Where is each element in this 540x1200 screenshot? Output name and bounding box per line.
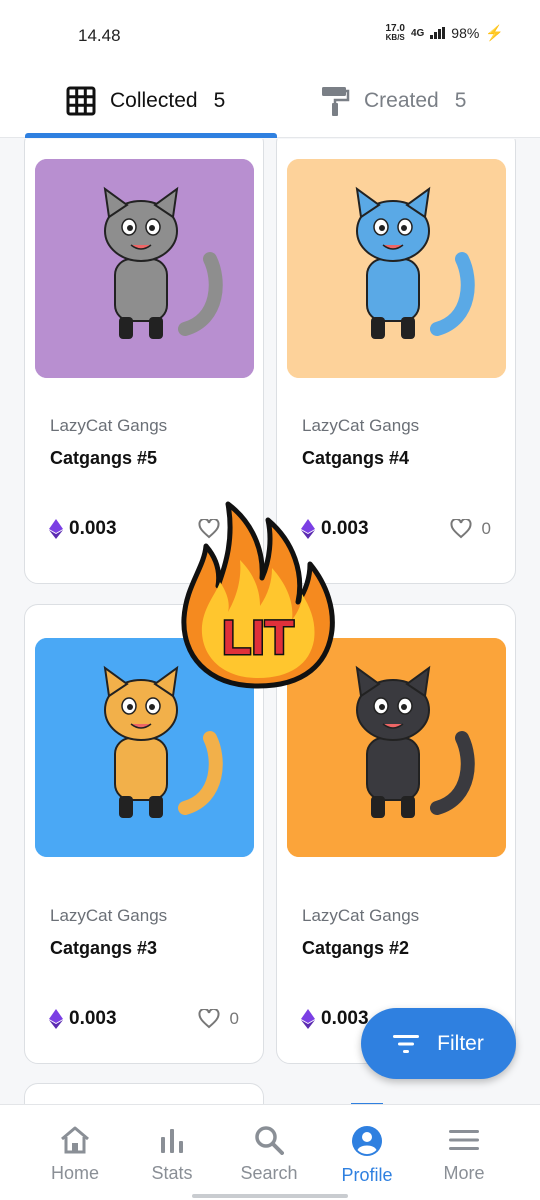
paint-roller-icon [322,87,350,116]
nav-search[interactable]: Search [221,1105,317,1200]
tab-created-count: 5 [454,89,467,112]
home-icon [61,1126,89,1154]
profile-tabs: Collected 5 Created 5 [0,64,540,138]
menu-icon [449,1130,479,1150]
lit-fire-sticker: LIT [181,501,335,689]
nft-image[interactable] [287,159,506,378]
card-title[interactable]: Catgangs #5 [50,448,157,469]
nav-more[interactable]: More [416,1105,512,1200]
card-title[interactable]: Catgangs #3 [50,938,157,959]
card-collection: LazyCat Gangs [302,416,420,435]
card-likes-count: 0 [481,519,491,538]
card-price: 0.003 [49,1008,117,1030]
card-collection: LazyCat Gangs [302,906,420,925]
card-likes[interactable]: 0 [198,1009,239,1029]
tab-active-indicator [25,133,277,138]
status-bar: 14.48 17.0 KB/S 4G 98% ⚡ [0,0,540,64]
filter-button[interactable]: Filter [361,1008,516,1079]
card-price-value: 0.003 [69,1008,117,1029]
battery-percent: 98% [451,25,480,41]
card-price-value: 0.003 [69,518,117,539]
heart-icon [198,1009,220,1029]
network-type: 4G [410,27,425,39]
signal-icon [430,27,446,39]
ethereum-icon [301,1009,315,1029]
grid-icon [66,86,96,116]
nav-search-label: Search [240,1163,298,1183]
network-speed-value: 17.0 [385,23,405,34]
ethereum-icon [49,1009,63,1029]
nav-stats-label: Stats [151,1163,193,1183]
status-indicators: 17.0 KB/S 4G 98% ⚡ [385,23,504,43]
nav-profile[interactable]: Profile [319,1105,415,1200]
card-price: 0.003 [49,518,117,540]
tab-collected[interactable]: Collected 5 [66,64,225,138]
card-collection: LazyCat Gangs [50,906,168,925]
card-collection: LazyCat Gangs [50,416,168,435]
bottom-nav: Home Stats Search Profile More [0,1104,540,1200]
stats-icon [161,1129,183,1153]
tab-collected-count: 5 [213,89,226,112]
charging-icon: ⚡ [485,25,504,42]
nav-home-label: Home [50,1163,99,1183]
cat-illustration [35,159,254,378]
network-speed-unit: KB/S [385,33,405,42]
nav-profile-label: Profile [341,1165,393,1185]
card-title[interactable]: Catgangs #4 [302,448,409,469]
filter-button-label: Filter [437,1031,484,1055]
lit-text: LIT [222,612,294,665]
network-speed: 17.0 KB/S [385,23,405,43]
ethereum-icon [49,519,63,539]
nft-image[interactable] [35,159,254,378]
nav-stats[interactable]: Stats [124,1105,220,1200]
card-likes-count: 0 [229,1009,239,1028]
cat-illustration [287,159,506,378]
card-price-value: 0.003 [321,1008,369,1029]
search-icon [255,1126,284,1155]
heart-icon [450,519,472,539]
card-title[interactable]: Catgangs #2 [302,938,409,959]
card-price: 0.003 [301,1008,369,1030]
tab-created[interactable]: Created 5 [320,64,466,138]
profile-icon [352,1126,382,1156]
tab-created-label: Created [364,89,439,112]
card-likes[interactable]: 0 [450,519,491,539]
tab-collected-label: Collected [110,89,198,112]
home-indicator [192,1194,348,1198]
nav-home[interactable]: Home [27,1105,123,1200]
nft-card[interactable] [24,1083,264,1104]
filter-icon [393,1034,420,1053]
status-time: 14.48 [78,26,121,45]
nav-more-label: More [443,1163,485,1183]
